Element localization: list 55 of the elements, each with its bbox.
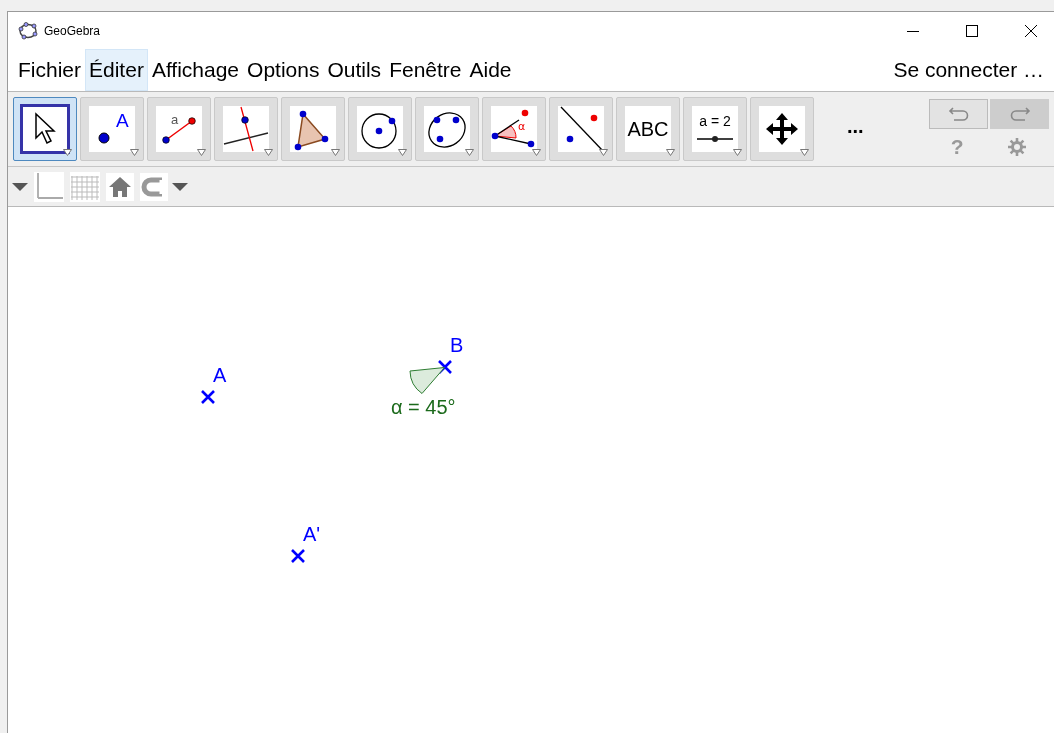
menu-item[interactable]: Affichage [147,49,244,91]
window-title: GeoGebra [44,23,101,38]
redo-icon [1008,106,1031,122]
menu-item[interactable]: Fenêtre [385,49,466,91]
tool-button[interactable]: α [482,97,546,161]
point-marker[interactable] [290,548,306,564]
tool-button[interactable] [348,97,412,161]
magnet-icon[interactable] [140,172,168,201]
tool-button[interactable]: A [80,97,144,161]
maximize-icon[interactable] [966,24,978,37]
menu-item[interactable]: Options [243,49,324,91]
submenu-triangle-icon [733,149,742,156]
submenu-triangle-icon [800,149,809,156]
cursor-icon [34,112,56,146]
point-marker[interactable] [437,359,453,375]
tool-button[interactable]: ABC [616,97,680,161]
menu-item[interactable]: Fichier [14,49,85,91]
logo-icon [18,21,38,40]
more-tools-button[interactable]: ... [847,114,864,138]
menu-item[interactable]: Aide [465,49,516,91]
dropdown-caret-icon[interactable] [172,181,188,192]
submenu-triangle-icon [666,149,675,156]
tool-button[interactable] [415,97,479,161]
point-marker[interactable] [200,389,216,405]
submenu-triangle-icon [331,149,340,156]
point-label: A [213,365,227,385]
submenu-triangle-icon [532,149,541,156]
undo-icon [947,106,970,122]
perpendicular-lines-icon [223,106,269,152]
point-label: B [450,335,464,355]
submenu-triangle-icon [599,149,608,156]
menu-item[interactable]: Éditer [85,49,148,91]
tool-button[interactable]: a [147,97,211,161]
submenu-triangle-icon [63,149,72,156]
tool-button[interactable] [13,97,77,161]
submenu-triangle-icon [398,149,407,156]
point-label: A' [303,524,321,544]
tool-button[interactable] [750,97,814,161]
tool-button[interactable] [549,97,613,161]
submenu-triangle-icon [264,149,273,156]
close-icon[interactable] [1025,24,1037,37]
toggle-triangle-icon[interactable] [12,181,28,192]
angle-label: α = 45° [391,397,456,417]
angle-sector[interactable] [409,366,446,396]
submenu-triangle-icon [197,149,206,156]
menu-item[interactable]: Outils [323,49,386,91]
submenu-triangle-icon [130,149,139,156]
home-icon[interactable] [106,172,134,201]
text-tool-label: ABC [627,117,669,141]
tool-button[interactable]: a = 2 [683,97,747,161]
sign-in-link[interactable]: Se connecter … [889,49,1048,91]
reflect-icon [558,106,604,152]
move-arrows-icon [764,111,800,147]
tool-button[interactable] [281,97,345,161]
submenu-triangle-icon [465,149,474,156]
